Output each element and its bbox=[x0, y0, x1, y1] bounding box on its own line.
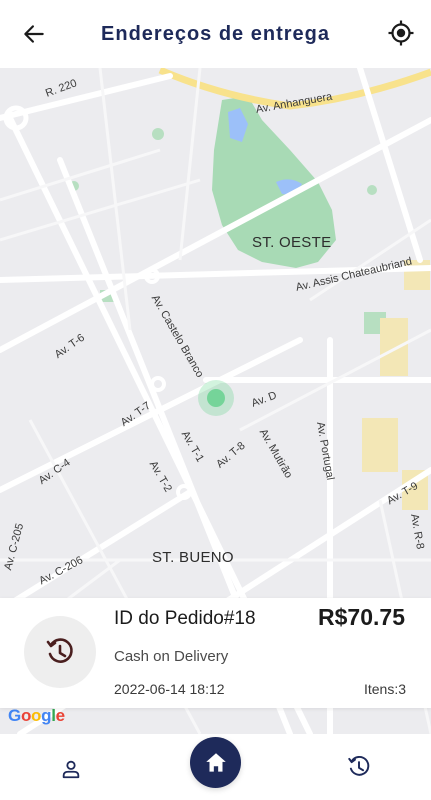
nav-home-button[interactable] bbox=[190, 737, 241, 788]
user-icon bbox=[62, 760, 80, 779]
map-label-st-oeste: ST. OESTE bbox=[252, 234, 332, 251]
order-status-icon-wrap bbox=[24, 616, 96, 688]
map-label-st-bueno: ST. BUENO bbox=[152, 549, 234, 566]
bottom-navigation bbox=[0, 734, 431, 800]
home-icon bbox=[205, 752, 226, 772]
order-items-count: Itens:3 bbox=[363, 681, 406, 697]
history-icon bbox=[348, 755, 370, 776]
crosshair-location-icon bbox=[388, 20, 414, 46]
app-header: Endereços de entrega bbox=[0, 0, 431, 68]
order-date: 2022-06-14 18:12 bbox=[114, 681, 225, 697]
order-id: ID do Pedido#18 bbox=[114, 608, 256, 629]
google-logo: Google bbox=[8, 706, 65, 725]
order-amount: R$70.75 bbox=[318, 604, 405, 630]
page-title: Endereços de entrega bbox=[101, 22, 330, 45]
nav-history-button[interactable] bbox=[344, 752, 374, 782]
payment-method: Cash on Delivery bbox=[114, 648, 229, 665]
location-marker[interactable] bbox=[207, 389, 225, 407]
arrow-left-icon bbox=[24, 25, 44, 43]
history-refresh-icon bbox=[46, 638, 73, 663]
order-card[interactable]: ID do Pedido#18 R$70.75 Cash on Delivery… bbox=[0, 598, 431, 708]
back-button[interactable] bbox=[18, 18, 50, 50]
nav-profile-button[interactable] bbox=[56, 754, 86, 784]
my-location-button[interactable] bbox=[385, 17, 417, 49]
